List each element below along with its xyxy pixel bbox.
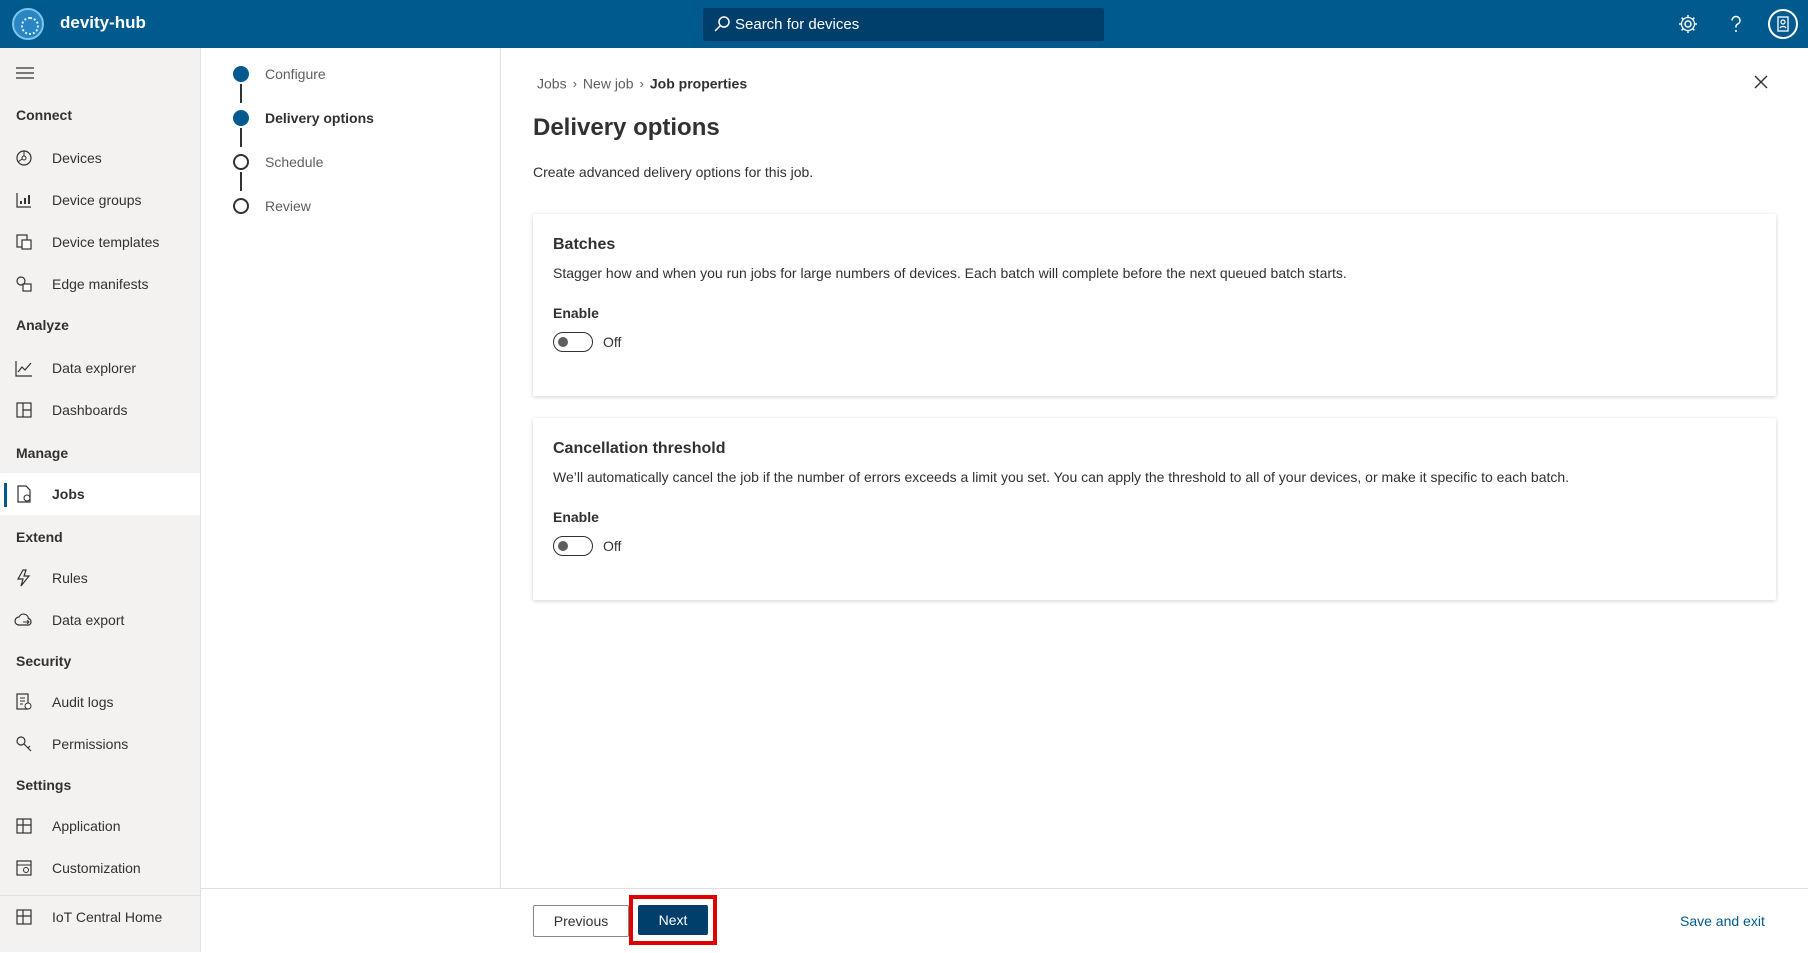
sidebar-item-label: Rules — [52, 570, 88, 586]
search-icon — [714, 16, 730, 32]
device-groups-icon — [16, 193, 31, 208]
enable-label: Enable — [553, 509, 599, 525]
sidebar-section-settings: Settings — [16, 777, 72, 793]
step-connector — [240, 128, 242, 147]
device-templates-icon — [16, 234, 32, 250]
sidebar-item-device-templates[interactable]: Device templates — [0, 221, 200, 263]
sidebar-item-label: Edge manifests — [52, 276, 149, 292]
step-label: Delivery options — [265, 110, 374, 126]
toggle-state-label: Off — [603, 334, 622, 350]
wizard-steps: Configure Delivery options Schedule Revi… — [201, 48, 501, 888]
sidebar-item-edge-manifests[interactable]: Edge manifests — [0, 263, 200, 305]
step-todo-icon — [233, 198, 249, 214]
step-done-icon — [233, 66, 249, 82]
sidebar-item-dashboards[interactable]: Dashboards — [0, 389, 200, 431]
cancellation-threshold-toggle[interactable] — [553, 536, 593, 556]
sidebar-item-application[interactable]: Application — [0, 805, 200, 847]
account-icon[interactable] — [1768, 9, 1798, 39]
hamburger-menu-icon[interactable] — [16, 66, 34, 80]
wizard-footer: Previous Next Save and exit — [201, 888, 1808, 953]
sidebar-section-extend: Extend — [16, 529, 63, 545]
step-label: Schedule — [265, 154, 324, 170]
help-icon[interactable] — [1724, 12, 1748, 36]
sidebar-item-label: IoT Central Home — [52, 909, 163, 925]
step-connector — [240, 172, 242, 191]
sidebar-section-connect: Connect — [16, 107, 72, 123]
breadcrumb-item-current: Job properties — [649, 75, 748, 92]
jobs-icon — [17, 485, 31, 503]
sidebar-item-rules[interactable]: Rules — [0, 557, 200, 599]
sidebar: Connect Devices Device groups Device tem… — [0, 48, 201, 952]
sidebar-item-devices[interactable]: Devices — [0, 137, 200, 179]
breadcrumb-item-jobs[interactable]: Jobs — [537, 75, 567, 91]
edge-manifests-icon — [16, 276, 32, 292]
page-subtitle: Create advanced delivery options for thi… — [533, 164, 814, 180]
search-box[interactable]: Search for devices — [703, 8, 1104, 41]
search-input[interactable]: Search for devices — [735, 16, 859, 33]
sidebar-section-security: Security — [16, 653, 72, 669]
batches-toggle[interactable] — [553, 332, 593, 352]
enable-label: Enable — [553, 305, 599, 321]
chevron-right-icon: › — [572, 75, 577, 91]
sidebar-section-analyze: Analyze — [16, 317, 69, 333]
next-button[interactable]: Next — [638, 905, 708, 935]
save-and-exit-link[interactable]: Save and exit — [1680, 913, 1765, 929]
step-label: Configure — [265, 66, 326, 82]
sidebar-item-label: Application — [52, 818, 121, 834]
toggle-state-label: Off — [603, 538, 622, 554]
gear-icon[interactable] — [1676, 12, 1700, 36]
close-icon[interactable] — [1753, 74, 1769, 90]
sidebar-item-permissions[interactable]: Permissions — [0, 723, 200, 765]
sidebar-item-label: Jobs — [52, 486, 85, 502]
sidebar-item-customization[interactable]: Customization — [0, 847, 200, 889]
sidebar-item-iot-central-home[interactable]: IoT Central Home — [0, 895, 200, 938]
step-current-icon — [233, 110, 249, 126]
devices-icon — [16, 150, 32, 166]
breadcrumb-item-new-job[interactable]: New job — [583, 75, 634, 91]
sidebar-item-jobs[interactable]: Jobs — [0, 473, 200, 515]
sidebar-item-label: Permissions — [52, 736, 129, 752]
chart-icon — [15, 361, 32, 377]
rules-icon — [16, 569, 31, 587]
sidebar-item-label: Data explorer — [52, 360, 137, 376]
audit-logs-icon — [16, 693, 32, 710]
app-name[interactable]: devity-hub — [60, 13, 146, 33]
step-todo-icon — [233, 154, 249, 170]
sidebar-item-label: Customization — [52, 860, 141, 876]
breadcrumb: Jobs › New job › Job properties — [537, 74, 747, 91]
customization-icon — [16, 860, 32, 876]
key-icon — [16, 736, 32, 752]
card-description: We’ll automatically cancel the job if th… — [553, 469, 1570, 485]
sidebar-item-label: Data export — [52, 612, 125, 628]
card-title: Batches — [553, 236, 616, 253]
page-title: Delivery options — [533, 114, 720, 141]
chevron-right-icon: › — [639, 75, 644, 91]
sidebar-item-label: Audit logs — [52, 694, 114, 710]
sidebar-section-manage: Manage — [16, 445, 69, 461]
main-content: Jobs › New job › Job properties Delivery opt… — [501, 48, 1808, 888]
application-icon — [16, 818, 32, 834]
sidebar-item-data-explorer[interactable]: Data explorer — [0, 347, 200, 389]
step-label: Review — [265, 198, 311, 214]
card-title: Cancellation threshold — [553, 440, 726, 457]
card-description: Stagger how and when you run jobs for la… — [553, 265, 1347, 281]
app-logo-icon[interactable] — [12, 8, 44, 40]
next-button-highlight: Next — [629, 895, 717, 945]
cancellation-threshold-card: Cancellation threshold We’ll automatical… — [533, 418, 1776, 600]
sidebar-item-label: Devices — [52, 150, 102, 166]
top-bar: devity-hub Search for devices — [0, 0, 1808, 48]
sidebar-item-label: Dashboards — [52, 402, 128, 418]
cloud-export-icon — [14, 613, 32, 626]
sidebar-item-label: Device templates — [52, 234, 160, 250]
batches-card: Batches Stagger how and when you run job… — [533, 214, 1776, 396]
previous-button[interactable]: Previous — [533, 905, 629, 937]
home-icon — [16, 909, 32, 925]
sidebar-item-label: Device groups — [52, 192, 142, 208]
sidebar-item-data-export[interactable]: Data export — [0, 599, 200, 641]
sidebar-item-audit-logs[interactable]: Audit logs — [0, 681, 200, 723]
sidebar-item-device-groups[interactable]: Device groups — [0, 179, 200, 221]
step-connector — [240, 84, 242, 103]
dashboard-icon — [16, 402, 32, 418]
